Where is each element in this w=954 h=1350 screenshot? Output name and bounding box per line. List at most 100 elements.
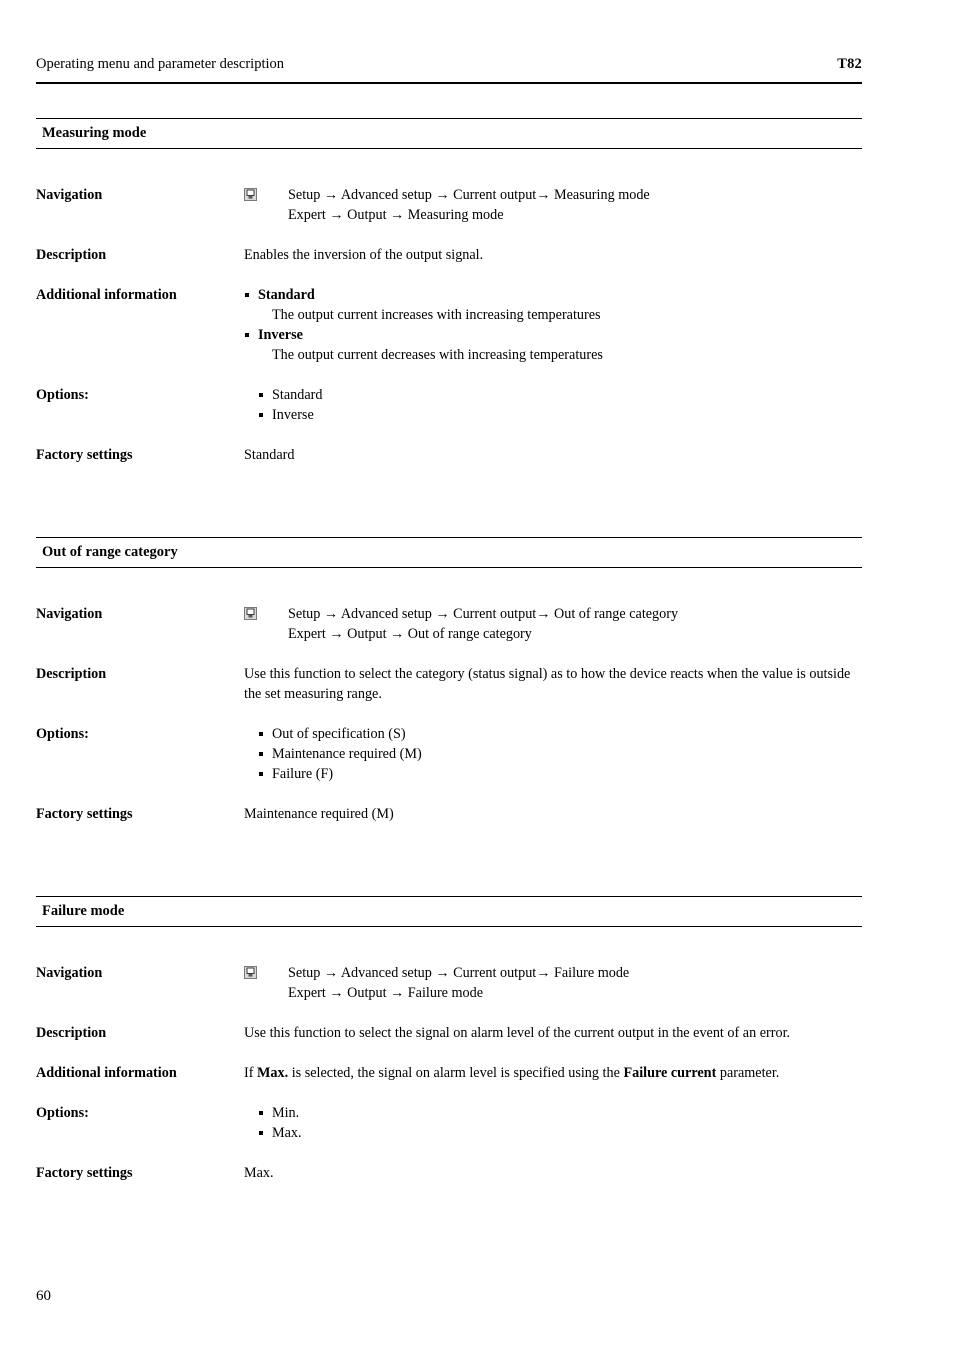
section-measuring-mode: Measuring mode Navigation Setup → Advanc… bbox=[0, 118, 954, 465]
list-item-detail: The output current increases with increa… bbox=[272, 307, 601, 323]
running-header-right: T82 bbox=[837, 56, 862, 72]
navigation-value: Setup → Advanced setup → Current output→… bbox=[244, 185, 862, 225]
navigation-path: Setup → Advanced setup → Current output→… bbox=[288, 965, 630, 981]
list-item: Standard bbox=[258, 385, 862, 405]
text-fragment: is selected, the signal on alarm level i… bbox=[288, 1065, 624, 1081]
options-row: Options: Min. Max. bbox=[36, 1103, 862, 1143]
options-label: Options: bbox=[36, 726, 89, 742]
options-row: Options: Out of specification (S) Mainte… bbox=[36, 724, 862, 784]
list-item-term: Inverse bbox=[258, 327, 303, 343]
list-item: Failure (F) bbox=[258, 764, 862, 784]
navigation-path: Setup → Advanced setup → Current output→… bbox=[288, 606, 679, 622]
factory-settings-value: Max. bbox=[244, 1165, 274, 1181]
section-title: Out of range category bbox=[42, 544, 178, 560]
factory-settings-label: Factory settings bbox=[36, 447, 133, 463]
navigation-path: Setup → Advanced setup → Current output→… bbox=[288, 187, 650, 203]
navigation-value: Setup → Advanced setup → Current output→… bbox=[244, 963, 862, 1003]
factory-settings-value: Standard bbox=[244, 447, 295, 463]
section-title: Measuring mode bbox=[42, 125, 147, 141]
navigation-label: Navigation bbox=[36, 606, 103, 622]
display-device-icon bbox=[244, 607, 257, 620]
section-header: Out of range category bbox=[36, 537, 862, 568]
navigation-path: Expert → Output → Measuring mode bbox=[288, 207, 504, 223]
document-page: Operating menu and parameter description… bbox=[0, 0, 954, 1350]
text-emphasis: Failure current bbox=[623, 1065, 717, 1081]
section-failure-mode: Failure mode Navigation Setup → Advanced… bbox=[0, 896, 954, 1183]
description-value: Use this function to select the category… bbox=[244, 666, 851, 702]
factory-settings-row: Factory settings Maintenance required (M… bbox=[36, 804, 862, 824]
running-header-left: Operating menu and parameter description bbox=[36, 56, 285, 72]
page-number: 60 bbox=[36, 1288, 51, 1304]
display-device-icon bbox=[244, 966, 257, 979]
text-fragment: If bbox=[244, 1065, 257, 1081]
additional-information-label: Additional information bbox=[36, 1065, 177, 1081]
navigation-paths: Setup → Advanced setup → Current output→… bbox=[288, 963, 862, 1003]
description-value: Use this function to select the signal o… bbox=[244, 1025, 791, 1041]
list-item-term: Standard bbox=[258, 287, 315, 303]
options-value: Standard Inverse bbox=[244, 385, 862, 425]
description-label: Description bbox=[36, 666, 107, 682]
section-out-of-range-category: Out of range category Navigation Setup →… bbox=[0, 537, 954, 824]
header-rule bbox=[36, 82, 862, 84]
additional-information-value: Standard The output current increases wi… bbox=[244, 285, 862, 365]
factory-settings-row: Factory settings Standard bbox=[36, 445, 862, 465]
options-label: Options: bbox=[36, 1105, 89, 1121]
document-content: Measuring mode Navigation Setup → Advanc… bbox=[0, 118, 954, 1183]
description-label: Description bbox=[36, 247, 107, 263]
list-item-detail: The output current decreases with increa… bbox=[272, 347, 603, 363]
description-value: Enables the inversion of the output sign… bbox=[244, 247, 484, 263]
running-header: Operating menu and parameter description… bbox=[36, 56, 862, 73]
description-row: Description Use this function to select … bbox=[36, 1023, 862, 1043]
list-item: Maintenance required (M) bbox=[258, 744, 862, 764]
list-item: Min. bbox=[258, 1103, 862, 1123]
navigation-path: Expert → Output → Out of range category bbox=[288, 626, 532, 642]
navigation-paths: Setup → Advanced setup → Current output→… bbox=[288, 185, 862, 225]
section-title: Failure mode bbox=[42, 903, 125, 919]
factory-settings-label: Factory settings bbox=[36, 1165, 133, 1181]
options-value: Min. Max. bbox=[244, 1103, 862, 1143]
text-fragment: parameter. bbox=[716, 1065, 780, 1081]
options-row: Options: Standard Inverse bbox=[36, 385, 862, 425]
navigation-row: Navigation Setup → Advanced setup → Curr… bbox=[36, 963, 862, 1003]
factory-settings-label: Factory settings bbox=[36, 806, 133, 822]
navigation-row: Navigation Setup → Advanced setup → Curr… bbox=[36, 604, 862, 644]
options-list: Min. Max. bbox=[258, 1103, 862, 1143]
list-item: Inverse The output current decreases wit… bbox=[244, 325, 862, 365]
factory-settings-value: Maintenance required (M) bbox=[244, 806, 394, 822]
navigation-row: Navigation Setup → Advanced setup → Curr… bbox=[36, 185, 862, 225]
options-label: Options: bbox=[36, 387, 89, 403]
text-emphasis: Max. bbox=[257, 1065, 289, 1081]
display-device-icon bbox=[244, 188, 257, 201]
navigation-label: Navigation bbox=[36, 965, 103, 981]
navigation-label: Navigation bbox=[36, 187, 103, 203]
navigation-paths: Setup → Advanced setup → Current output→… bbox=[288, 604, 862, 644]
description-label: Description bbox=[36, 1025, 107, 1041]
factory-settings-row: Factory settings Max. bbox=[36, 1163, 862, 1183]
list-item: Max. bbox=[258, 1123, 862, 1143]
additional-information-row: Additional information If Max. is select… bbox=[36, 1063, 862, 1083]
list-item: Inverse bbox=[258, 405, 862, 425]
description-row: Description Use this function to select … bbox=[36, 664, 862, 704]
list-item: Out of specification (S) bbox=[258, 724, 862, 744]
list-item: Standard The output current increases wi… bbox=[244, 285, 862, 325]
section-header: Failure mode bbox=[36, 896, 862, 927]
additional-information-list: Standard The output current increases wi… bbox=[244, 285, 862, 365]
section-header: Measuring mode bbox=[36, 118, 862, 149]
options-value: Out of specification (S) Maintenance req… bbox=[244, 724, 862, 784]
options-list: Standard Inverse bbox=[258, 385, 862, 425]
